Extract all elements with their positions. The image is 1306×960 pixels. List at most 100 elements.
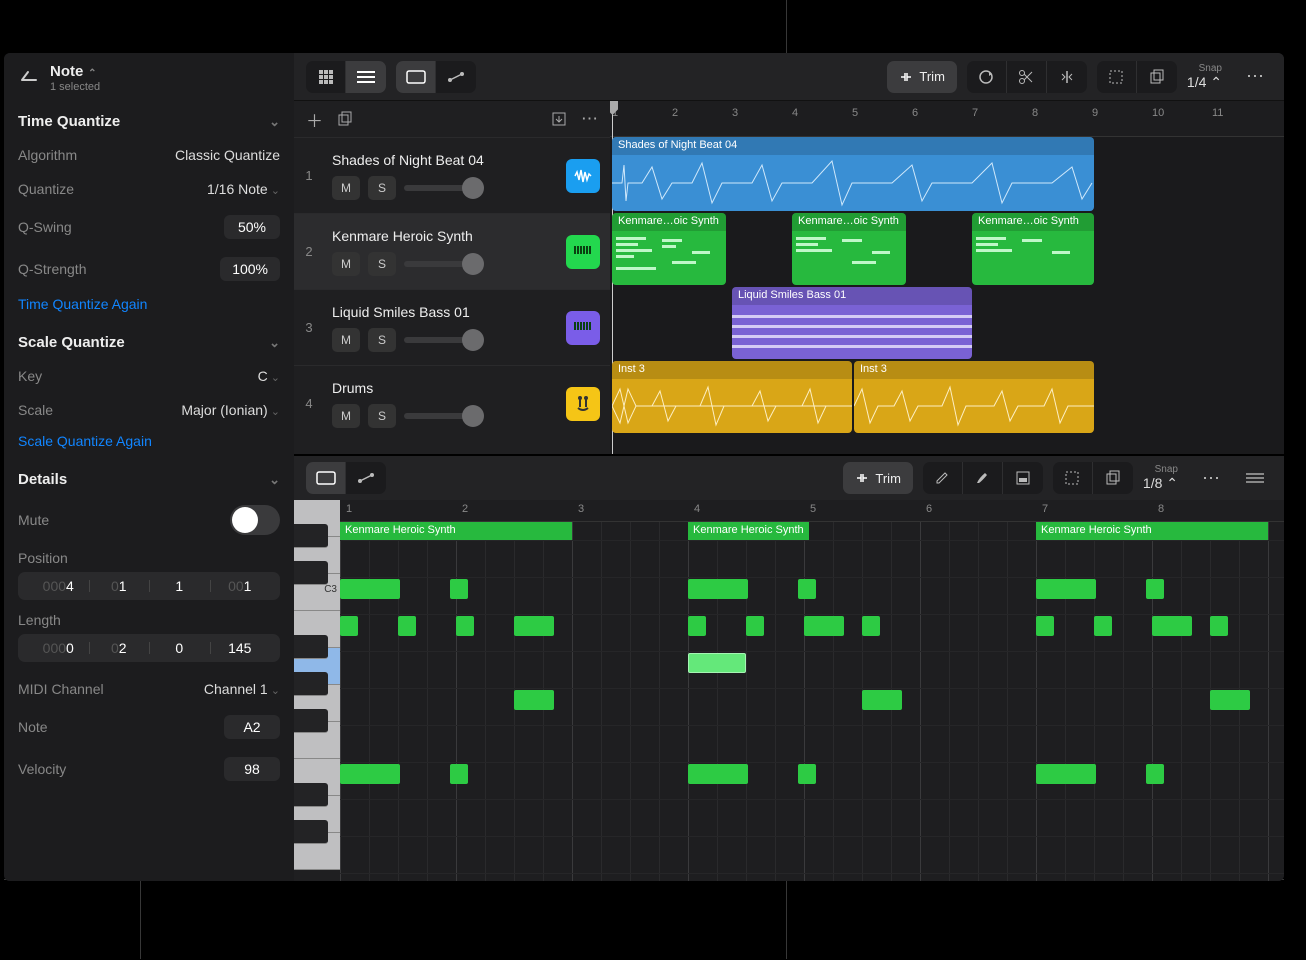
piano-key-black[interactable] bbox=[294, 672, 328, 696]
qswing-value[interactable]: 50% bbox=[224, 215, 280, 239]
editor-region-header[interactable]: Kenmare Heroic Synth bbox=[688, 522, 809, 540]
track-row[interactable]: 1 Shades of Night Beat 04 M S bbox=[294, 137, 610, 213]
timeline-ruler[interactable]: 1234567891011 bbox=[610, 101, 1284, 137]
editor-snap-selector[interactable]: Snap 1/8 ⌃ bbox=[1143, 464, 1184, 492]
region-view-button[interactable] bbox=[396, 61, 436, 93]
arrange-timeline[interactable]: 1234567891011 Shades of Night Beat 04 Ke… bbox=[610, 101, 1284, 454]
piano-key-black[interactable] bbox=[294, 783, 328, 807]
midi-note[interactable] bbox=[804, 616, 844, 636]
midi-note[interactable] bbox=[340, 616, 358, 636]
marquee-tool-button[interactable] bbox=[1097, 61, 1137, 93]
track-icon[interactable] bbox=[566, 159, 600, 193]
scale-value[interactable]: Major (Ionian) bbox=[181, 402, 280, 418]
midi-note[interactable] bbox=[1146, 764, 1164, 784]
solo-button[interactable]: S bbox=[368, 404, 396, 428]
editor-automation-view-button[interactable] bbox=[346, 462, 386, 494]
midi-note[interactable] bbox=[688, 653, 746, 673]
midi-note[interactable] bbox=[688, 579, 748, 599]
midi-note[interactable] bbox=[1036, 579, 1096, 599]
time-quantize-again-link[interactable]: Time Quantize Again bbox=[18, 290, 280, 324]
trim-tool-button[interactable]: Trim bbox=[887, 61, 957, 93]
editor-menu-icon[interactable] bbox=[1238, 462, 1272, 494]
automation-view-button[interactable] bbox=[436, 61, 476, 93]
track-icon[interactable] bbox=[566, 387, 600, 421]
add-track-button[interactable]: ＋ bbox=[306, 107, 323, 132]
track-row[interactable]: 4 Drums M S bbox=[294, 365, 610, 441]
midi-note[interactable] bbox=[1094, 616, 1112, 636]
midi-note[interactable] bbox=[798, 764, 816, 784]
mute-button[interactable]: M bbox=[332, 252, 360, 276]
copy-tool-button[interactable] bbox=[1137, 61, 1177, 93]
piano-key-black[interactable] bbox=[294, 561, 328, 585]
editor-ruler[interactable]: 12345678 bbox=[340, 500, 1284, 522]
back-button[interactable] bbox=[18, 68, 38, 88]
midi-note[interactable] bbox=[862, 616, 880, 636]
qstrength-value[interactable]: 100% bbox=[220, 257, 280, 281]
midi-note[interactable] bbox=[398, 616, 416, 636]
midi-note[interactable] bbox=[1210, 616, 1228, 636]
midi-note[interactable] bbox=[688, 616, 706, 636]
editor-marquee-button[interactable] bbox=[1053, 462, 1093, 494]
quantize-value[interactable]: 1/16 Note bbox=[207, 181, 280, 197]
scissors-tool-button[interactable] bbox=[1007, 61, 1047, 93]
editor-copy-button[interactable] bbox=[1093, 462, 1133, 494]
midi-note[interactable] bbox=[688, 764, 748, 784]
midi-note[interactable] bbox=[862, 690, 902, 710]
track-row[interactable]: 2 Kenmare Heroic Synth M S bbox=[294, 213, 610, 289]
time-quantize-header[interactable]: Time Quantize⌄ bbox=[18, 103, 280, 138]
editor-region-view-button[interactable] bbox=[306, 462, 346, 494]
midi-note[interactable] bbox=[1210, 690, 1250, 710]
scale-quantize-again-link[interactable]: Scale Quantize Again bbox=[18, 427, 280, 461]
midi-note[interactable] bbox=[456, 616, 474, 636]
piano-key-black[interactable] bbox=[294, 524, 328, 548]
midi-note[interactable] bbox=[514, 690, 554, 710]
region-midi[interactable]: Liquid Smiles Bass 01 bbox=[732, 287, 972, 359]
algorithm-value[interactable]: Classic Quantize bbox=[175, 147, 280, 163]
region-audio[interactable]: Inst 3 bbox=[854, 361, 1094, 433]
loop-tool-button[interactable] bbox=[967, 61, 1007, 93]
midi-note[interactable] bbox=[1036, 616, 1054, 636]
midi-note[interactable] bbox=[1036, 764, 1096, 784]
midi-note[interactable] bbox=[340, 579, 400, 599]
duplicate-track-button[interactable] bbox=[337, 111, 353, 127]
length-field[interactable]: 0000 02 0 145 bbox=[18, 634, 280, 662]
volume-slider[interactable] bbox=[404, 337, 482, 343]
region-midi[interactable]: Kenmare…oic Synth bbox=[792, 213, 906, 285]
editor-region-header[interactable]: Kenmare Heroic Synth bbox=[340, 522, 572, 540]
solo-button[interactable]: S bbox=[368, 328, 396, 352]
mute-button[interactable]: M bbox=[332, 328, 360, 352]
import-button[interactable] bbox=[551, 111, 567, 127]
velocity-value[interactable]: 98 bbox=[224, 757, 280, 781]
region-midi[interactable]: Kenmare…oic Synth bbox=[612, 213, 726, 285]
note-value[interactable]: A2 bbox=[224, 715, 280, 739]
midi-note[interactable] bbox=[1152, 616, 1192, 636]
volume-slider[interactable] bbox=[404, 185, 482, 191]
midi-note[interactable] bbox=[798, 579, 816, 599]
split-tool-button[interactable] bbox=[1047, 61, 1087, 93]
midi-note[interactable] bbox=[514, 616, 554, 636]
track-icon[interactable] bbox=[566, 235, 600, 269]
editor-trim-button[interactable]: Trim bbox=[843, 462, 913, 494]
track-row[interactable]: 3 Liquid Smiles Bass 01 M S bbox=[294, 289, 610, 365]
piano-key-black[interactable] bbox=[294, 709, 328, 733]
midi-channel-value[interactable]: Channel 1 bbox=[204, 681, 280, 697]
track-icon[interactable] bbox=[566, 311, 600, 345]
region-midi[interactable]: Kenmare…oic Synth bbox=[972, 213, 1094, 285]
piano-key-black[interactable] bbox=[294, 635, 328, 659]
volume-slider[interactable] bbox=[404, 261, 482, 267]
volume-slider[interactable] bbox=[404, 413, 482, 419]
midi-note[interactable] bbox=[450, 579, 468, 599]
key-value[interactable]: C bbox=[258, 368, 280, 384]
piano-key-black[interactable] bbox=[294, 820, 328, 844]
editor-region-header[interactable]: Kenmare Heroic Synth bbox=[1036, 522, 1268, 540]
solo-button[interactable]: S bbox=[368, 252, 396, 276]
mute-button[interactable]: M bbox=[332, 176, 360, 200]
brush-tool-button[interactable] bbox=[963, 462, 1003, 494]
details-header[interactable]: Details⌄ bbox=[18, 461, 280, 496]
mute-toggle[interactable] bbox=[230, 505, 280, 535]
midi-note[interactable] bbox=[340, 764, 400, 784]
region-audio[interactable]: Shades of Night Beat 04 bbox=[612, 137, 1094, 211]
midi-note[interactable] bbox=[450, 764, 468, 784]
midi-note[interactable] bbox=[1146, 579, 1164, 599]
inspector-title[interactable]: Note bbox=[50, 63, 83, 80]
